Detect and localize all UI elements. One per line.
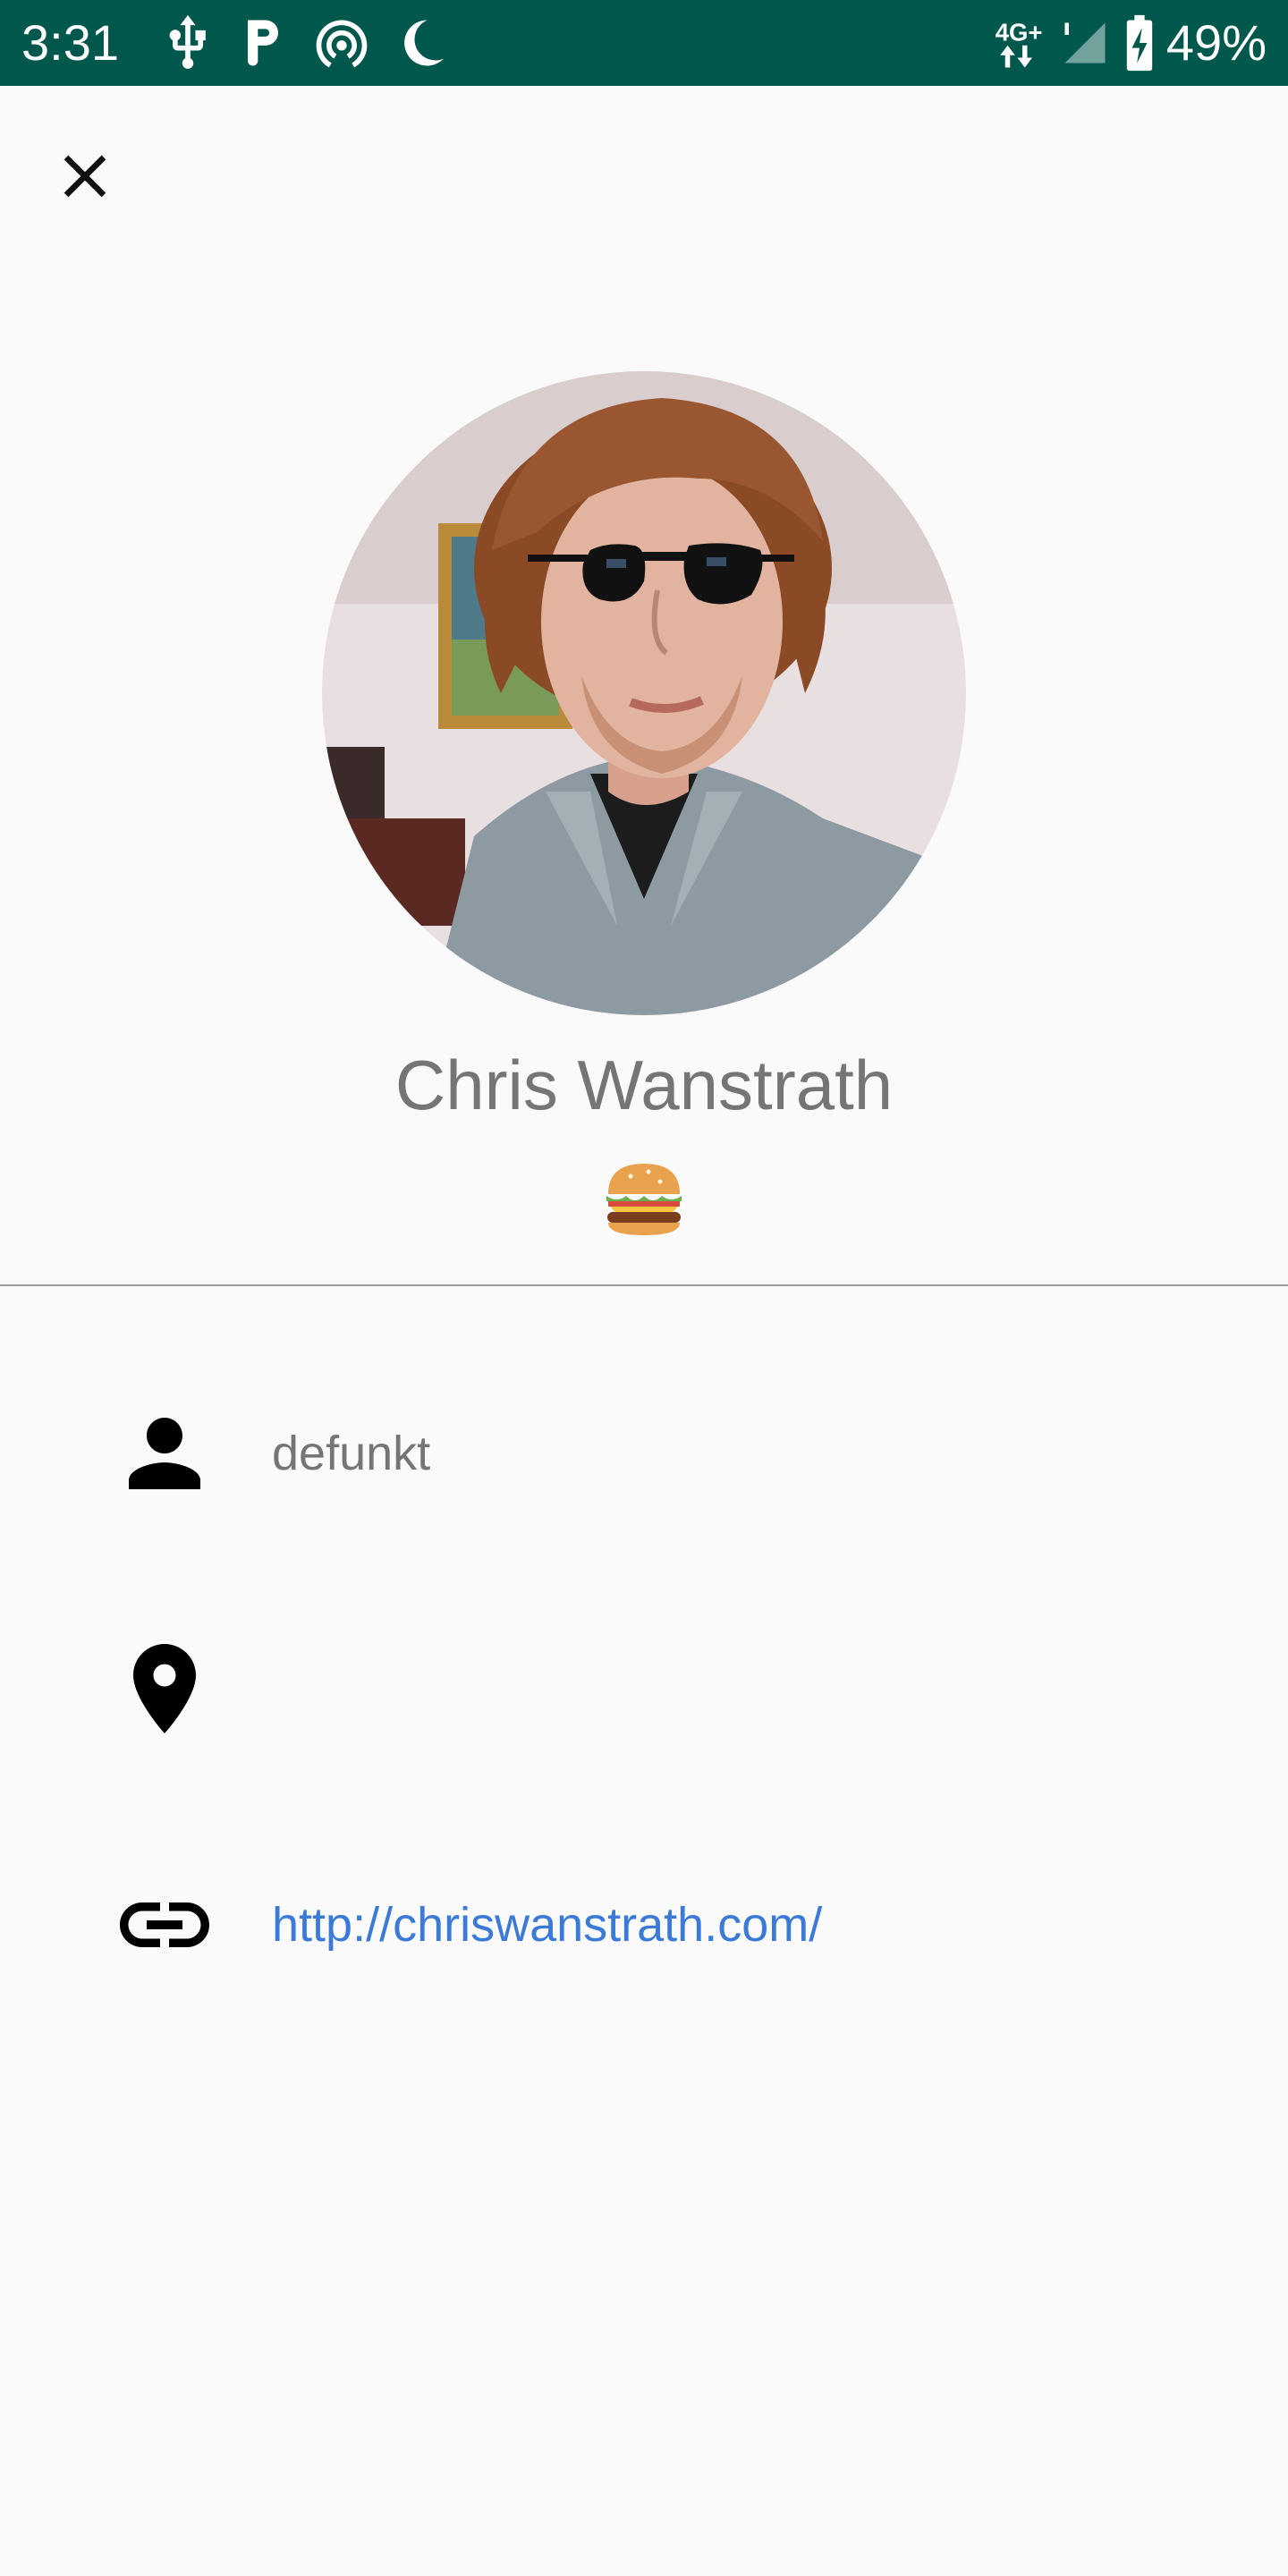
website-link[interactable]: http://chriswanstrath.com/	[272, 1853, 822, 1996]
status-time: 3:31	[21, 14, 119, 71]
parking-icon	[248, 20, 278, 66]
battery-percent: 49%	[1165, 14, 1267, 71]
close-icon	[64, 155, 106, 198]
username-row: defunkt	[0, 1382, 1288, 1525]
username-text: defunkt	[272, 1427, 431, 1480]
status-bar: 3:31 4G+ 49%	[0, 0, 1288, 86]
svg-text:4G+: 4G+	[996, 18, 1043, 46]
close-button[interactable]	[32, 123, 138, 229]
battery-charging-icon	[1126, 14, 1153, 72]
signal-icon	[1064, 22, 1106, 64]
network-4g-icon: 4G+	[996, 18, 1043, 68]
link-icon	[120, 1902, 209, 1947]
avatar-photo	[322, 371, 966, 1015]
location-pin-icon	[133, 1644, 196, 1733]
hotspot-icon	[316, 20, 368, 68]
person-icon	[129, 1418, 200, 1489]
avatar	[322, 371, 966, 1015]
usb-icon	[169, 14, 206, 69]
location-row	[0, 1617, 1288, 1760]
website-row[interactable]: http://chriswanstrath.com/	[0, 1853, 1288, 1996]
hamburger-emoji	[606, 1164, 682, 1235]
profile-name: Chris Wanstrath	[394, 1046, 894, 1124]
do-not-disturb-icon	[404, 20, 445, 66]
section-divider	[0, 1284, 1288, 1286]
